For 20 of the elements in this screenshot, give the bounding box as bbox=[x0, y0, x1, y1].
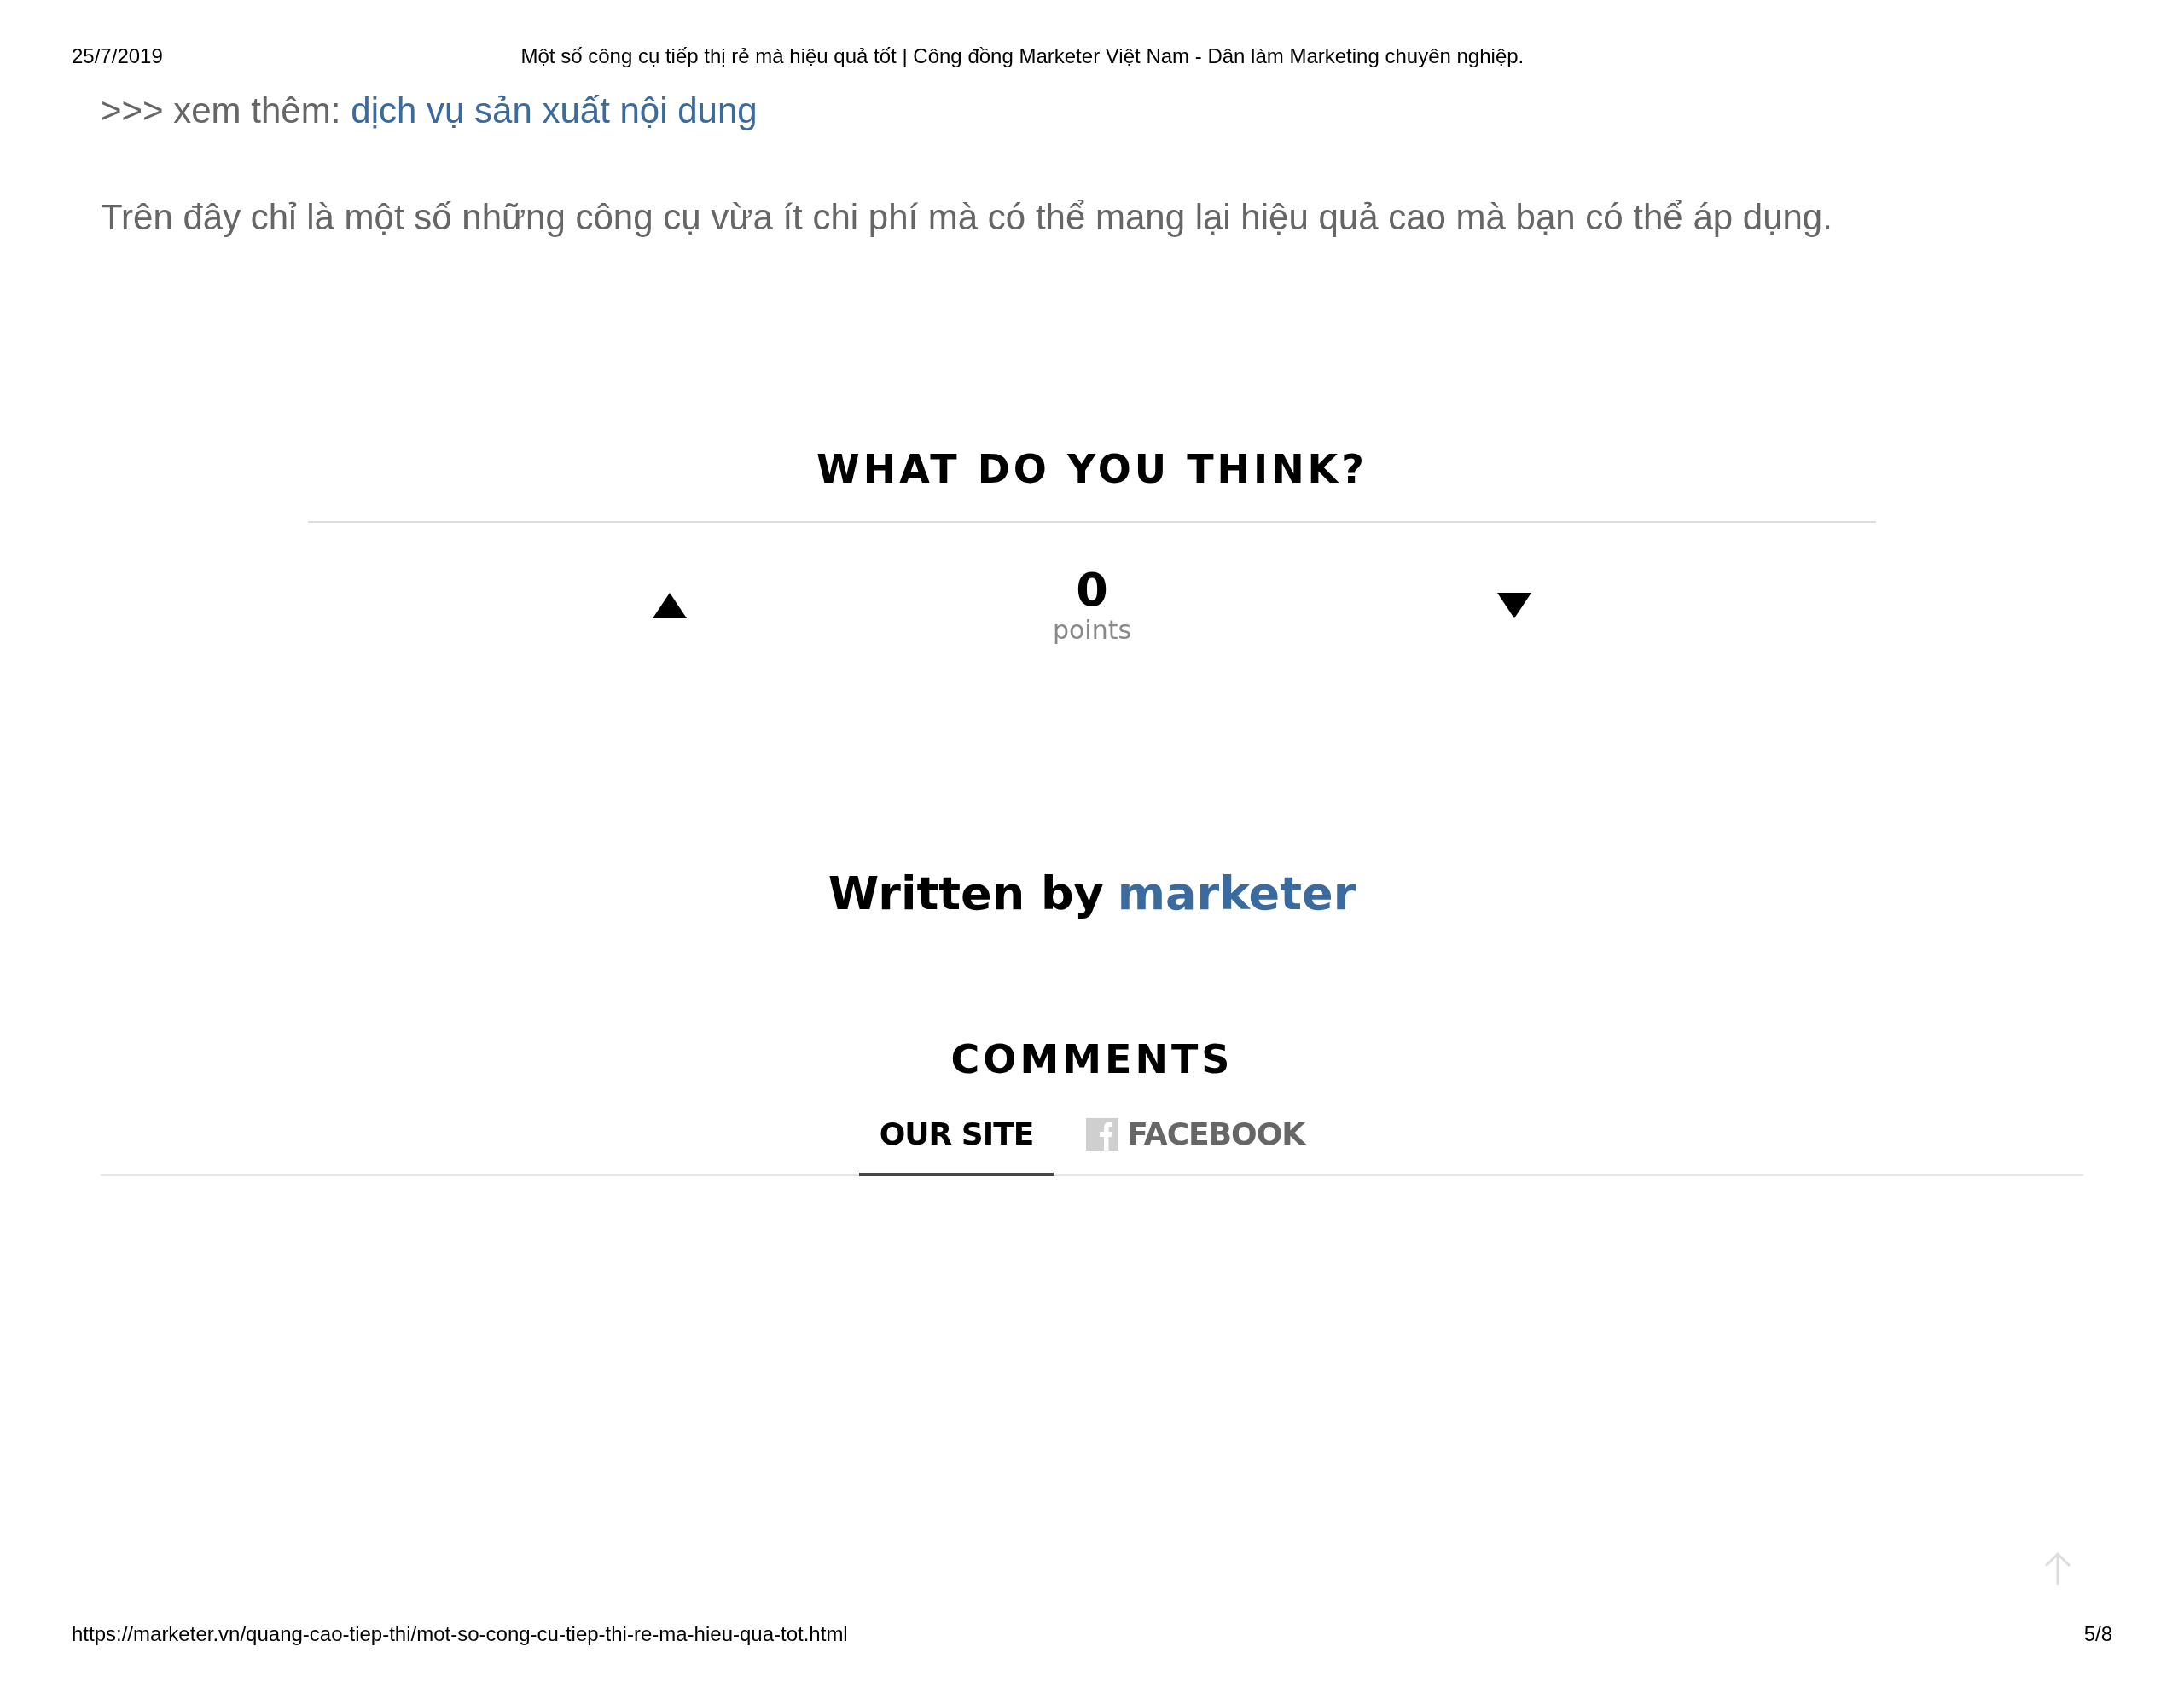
vote-unit: points bbox=[1052, 615, 1132, 646]
downvote-button[interactable] bbox=[1497, 592, 1531, 619]
page-title: Một số công cụ tiếp thị rẻ mà hiệu quả tốt | Công đồng Marketer Việt Nam - Dân làm Marketing chuyên nghiệp. bbox=[520, 43, 1525, 69]
comments-tab[interactable]: OUR SITE bbox=[858, 1111, 1054, 1176]
facebook-icon bbox=[1086, 1118, 1119, 1151]
upvote-icon bbox=[653, 593, 687, 618]
upvote-button[interactable] bbox=[653, 592, 687, 619]
author-label: Written by bbox=[828, 866, 1104, 922]
see-more-label: >>> xem thêm: bbox=[101, 90, 341, 132]
page-number: 5/8 bbox=[2083, 1621, 2112, 1647]
body-paragraph: Trên đây chỉ là một số những công cụ vừa ít chi phí mà có thể mang lại hiệu quả cao mà bạn có thể áp dụng. bbox=[100, 196, 1833, 239]
downvote-icon bbox=[1497, 593, 1531, 618]
comments-tab[interactable]: FACEBOOK bbox=[1066, 1111, 1326, 1176]
vote-score: 0 bbox=[1076, 565, 1108, 615]
comments-heading: COMMENTS bbox=[950, 1035, 1234, 1084]
page-url: https://marketer.vn/quang-cao-tiep-thi/mot-so-cong-cu-tiep-thi-re-ma-hieu-qua-tot.html bbox=[72, 1621, 848, 1647]
see-more-link[interactable]: dịch vụ sản xuất nội dung bbox=[351, 84, 758, 137]
print-date: 25/7/2019 bbox=[72, 43, 163, 69]
author-link[interactable]: marketer bbox=[1117, 859, 1356, 928]
section-heading: WHAT DO YOU THINK? bbox=[816, 445, 1368, 494]
